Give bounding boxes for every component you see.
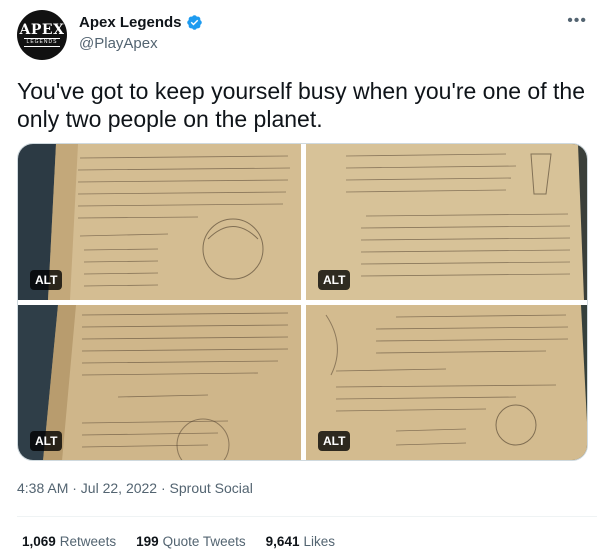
tweet-header: APEX LEGENDS Apex Legends @PlayApex ••• [17, 10, 597, 62]
divider [17, 516, 597, 517]
retweets-label: Retweets [59, 534, 117, 549]
tweet-stats: 1,069 Retweets 199 Quote Tweets 9,641 Likes [22, 534, 335, 549]
likes-count: 9,641 [265, 534, 300, 549]
avatar[interactable]: APEX LEGENDS [17, 10, 67, 60]
tweet-timestamp[interactable]: 4:38 AM · Jul 22, 2022 · Sprout Social [17, 480, 253, 496]
media-grid: ALT ALT ALT ALT [17, 143, 588, 461]
verified-badge-icon [186, 15, 202, 30]
retweets-stat[interactable]: 1,069 Retweets [22, 534, 116, 549]
photo-3[interactable]: ALT [18, 305, 301, 460]
likes-stat[interactable]: 9,641 Likes [266, 534, 335, 549]
more-options-icon[interactable]: ••• [567, 12, 587, 30]
alt-badge[interactable]: ALT [318, 270, 351, 290]
quote-tweets-stat[interactable]: 199 Quote Tweets [136, 534, 246, 549]
quotes-label: Quote Tweets [162, 534, 246, 549]
tweet-text: You've got to keep yourself busy when yo… [17, 78, 585, 132]
photo-4[interactable]: ALT [306, 305, 587, 460]
quotes-count: 199 [136, 534, 159, 549]
avatar-logo-text: APEX [19, 22, 65, 38]
avatar-logo-subtext: LEGENDS [23, 38, 61, 47]
alt-badge[interactable]: ALT [30, 431, 63, 451]
likes-label: Likes [303, 534, 335, 549]
photo-2[interactable]: ALT [306, 144, 587, 300]
alt-badge[interactable]: ALT [318, 431, 351, 451]
alt-badge[interactable]: ALT [30, 270, 63, 290]
photo-1[interactable]: ALT [18, 144, 301, 300]
display-name[interactable]: Apex Legends [79, 14, 182, 31]
retweets-count: 1,069 [22, 534, 56, 549]
account-names: Apex Legends @PlayApex [79, 14, 203, 52]
account-handle[interactable]: @PlayApex [79, 35, 203, 52]
display-name-row[interactable]: Apex Legends [79, 14, 203, 31]
